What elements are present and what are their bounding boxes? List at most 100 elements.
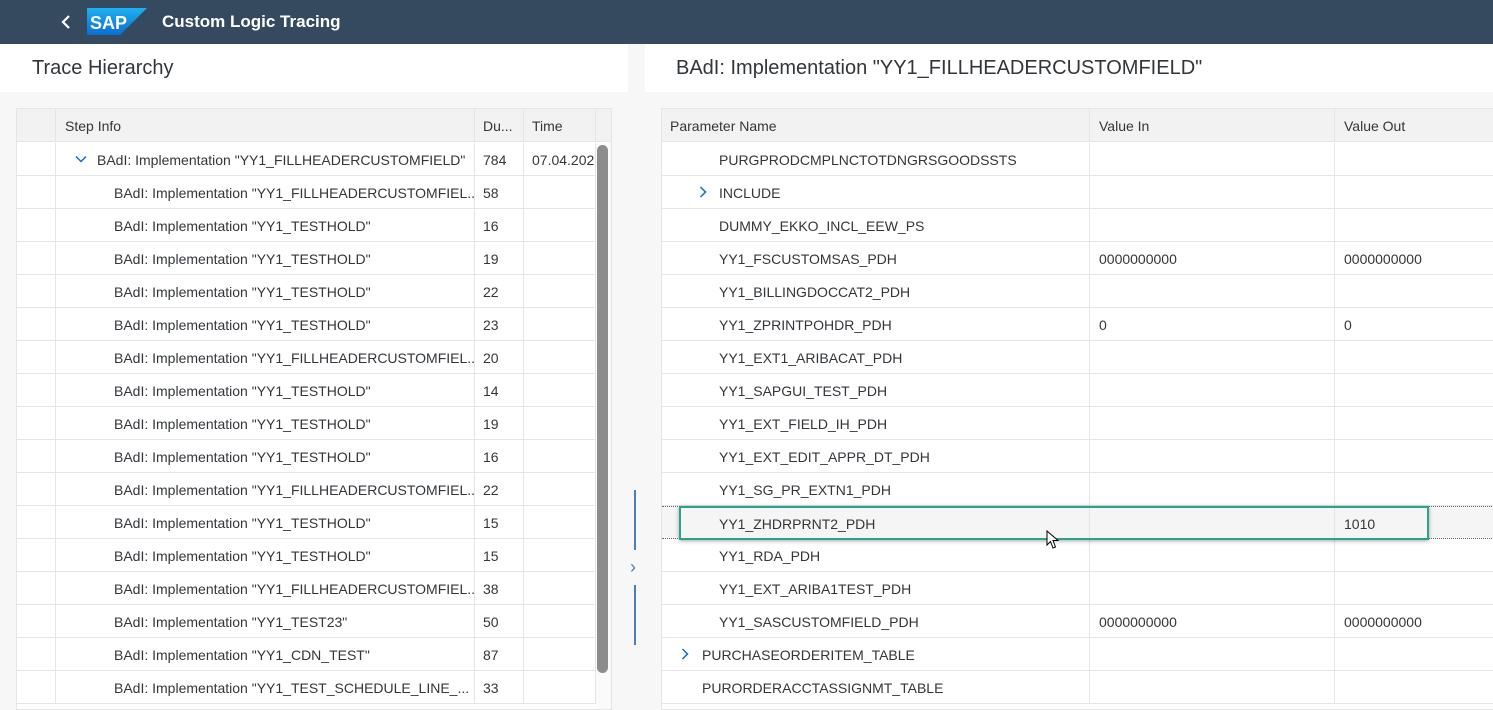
- parameter-name-text: YY1_RDA_PDH: [719, 548, 821, 564]
- column-header-parameter-name[interactable]: Parameter Name: [662, 109, 1090, 141]
- row-selector[interactable]: [17, 143, 56, 175]
- table-row[interactable]: PURGPRODCMPLNCTOTDNGRSGOODSSTS: [662, 143, 1493, 176]
- table-row[interactable]: BAdI: Implementation "YY1_TEST23" 50: [17, 605, 611, 638]
- table-row[interactable]: YY1_RDA_PDH: [662, 539, 1493, 572]
- table-row[interactable]: YY1_SG_PR_EXTN1_PDH: [662, 473, 1493, 506]
- value-out-cell: [1335, 374, 1493, 406]
- time-cell: [524, 572, 596, 604]
- column-header-duration[interactable]: Du...: [475, 109, 524, 141]
- row-selector[interactable]: [17, 341, 56, 373]
- table-row[interactable]: YY1_SASCUSTOMFIELD_PDH 0000000000 00000000…: [662, 605, 1493, 638]
- value-in-cell: 0000000000: [1090, 605, 1335, 637]
- splitter-bar-bottom[interactable]: [634, 585, 636, 645]
- splitter-bar-top[interactable]: [634, 490, 636, 550]
- selection-column-header[interactable]: [17, 109, 56, 141]
- column-header-value-out[interactable]: Value Out: [1335, 109, 1493, 141]
- row-selector[interactable]: [17, 440, 56, 472]
- step-info-cell: BAdI: Implementation "YY1_TESTHOLD": [56, 308, 475, 340]
- sap-logo[interactable]: SAP: [87, 8, 147, 35]
- duration-cell: 16: [475, 209, 524, 241]
- table-row[interactable]: BAdI: Implementation "YY1_FILLHEADERCUST…: [17, 572, 611, 605]
- parameters-table: Parameter Name Value In Value Out PURGPR…: [661, 108, 1493, 710]
- parameter-name-text: PURGPRODCMPLNCTOTDNGRSGOODSSTS: [719, 152, 1017, 168]
- table-row[interactable]: BAdI: Implementation "YY1_TESTHOLD" 22: [17, 275, 611, 308]
- table-row[interactable]: YY1_EXT_FIELD_IH_PDH: [662, 407, 1493, 440]
- step-info-text: BAdI: Implementation "YY1_CDN_TEST": [114, 647, 370, 663]
- parameter-name-cell: PURGPRODCMPLNCTOTDNGRSGOODSSTS: [662, 143, 1090, 175]
- table-row[interactable]: BAdI: Implementation "YY1_FILLHEADERCUST…: [17, 143, 611, 176]
- row-selector[interactable]: [17, 209, 56, 241]
- parameter-name-cell: YY1_EXT_ARIBA1TEST_PDH: [662, 572, 1090, 604]
- table-row[interactable]: YY1_EXT_EDIT_APPR_DT_PDH: [662, 440, 1493, 473]
- row-selector[interactable]: [17, 572, 56, 604]
- table-row[interactable]: YY1_EXT1_ARIBACAT_PDH: [662, 341, 1493, 374]
- parameter-name-cell: YY1_SG_PR_EXTN1_PDH: [662, 473, 1090, 505]
- parameter-name-text: PURCHASEORDERITEM_TABLE: [702, 647, 915, 663]
- duration-cell: 15: [475, 506, 524, 538]
- row-selector[interactable]: [17, 473, 56, 505]
- table-row[interactable]: PURORDERACCTASSIGNMT_TABLE: [662, 671, 1493, 704]
- row-selector[interactable]: [17, 605, 56, 637]
- chevron-down-icon[interactable]: [75, 153, 87, 165]
- table-row[interactable]: BAdI: Implementation "YY1_TESTHOLD" 15: [17, 506, 611, 539]
- value-out-cell: [1335, 440, 1493, 472]
- row-selector[interactable]: [17, 506, 56, 538]
- splitter-arrow-icon[interactable]: ›: [630, 557, 636, 578]
- parameter-name-text: YY1_EXT1_ARIBACAT_PDH: [719, 350, 903, 366]
- time-cell: [524, 275, 596, 307]
- table-row[interactable]: YY1_FSCUSTOMSAS_PDH 0000000000 0000000000: [662, 242, 1493, 275]
- row-selector[interactable]: [17, 176, 56, 208]
- parameter-name-cell: YY1_EXT1_ARIBACAT_PDH: [662, 341, 1090, 373]
- parameter-name-cell: YY1_RDA_PDH: [662, 539, 1090, 571]
- row-selector[interactable]: [17, 242, 56, 274]
- step-info-cell: BAdI: Implementation "YY1_TESTHOLD": [56, 506, 475, 538]
- table-row[interactable]: BAdI: Implementation "YY1_FILLHEADERCUST…: [17, 176, 611, 209]
- row-selector[interactable]: [17, 638, 56, 670]
- table-row[interactable]: YY1_ZPRINTPOHDR_PDH 0 0: [662, 308, 1493, 341]
- row-selector[interactable]: [17, 407, 56, 439]
- duration-cell: 58: [475, 176, 524, 208]
- parameter-name-text: YY1_EXT_FIELD_IH_PDH: [719, 416, 888, 432]
- value-in-cell: [1090, 638, 1335, 670]
- table-row[interactable]: DUMMY_EKKO_INCL_EEW_PS: [662, 209, 1493, 242]
- table-row[interactable]: BAdI: Implementation "YY1_TESTHOLD" 16: [17, 440, 611, 473]
- column-header-time[interactable]: Time: [524, 109, 596, 141]
- table-row[interactable]: BAdI: Implementation "YY1_TESTHOLD" 23: [17, 308, 611, 341]
- step-info-cell: BAdI: Implementation "YY1_CDN_TEST": [56, 638, 475, 670]
- table-row[interactable]: INCLUDE: [662, 176, 1493, 209]
- table-row[interactable]: BAdI: Implementation "YY1_TESTHOLD" 16: [17, 209, 611, 242]
- parameter-name-cell: YY1_EXT_FIELD_IH_PDH: [662, 407, 1090, 439]
- time-cell: [524, 374, 596, 406]
- table-row[interactable]: BAdI: Implementation "YY1_CDN_TEST" 87: [17, 638, 611, 671]
- row-selector[interactable]: [17, 539, 56, 571]
- table-row[interactable]: YY1_SAPGUI_TEST_PDH: [662, 374, 1493, 407]
- table-row[interactable]: BAdI: Implementation "YY1_FILLHEADERCUST…: [17, 473, 611, 506]
- row-selector[interactable]: [17, 374, 56, 406]
- table-row[interactable]: BAdI: Implementation "YY1_FILLHEADERCUST…: [17, 341, 611, 374]
- table-row[interactable]: PURCHASEORDERITEM_TABLE: [662, 638, 1493, 671]
- table-row[interactable]: BAdI: Implementation "YY1_TESTHOLD" 14: [17, 374, 611, 407]
- back-icon[interactable]: [58, 12, 76, 32]
- table-header-row: Step Info Du... Time: [17, 109, 611, 142]
- parameter-name-cell: PURORDERACCTASSIGNMT_TABLE: [662, 671, 1090, 703]
- value-out-cell: 1010: [1344, 516, 1376, 532]
- row-selector[interactable]: [17, 671, 56, 703]
- sap-logo-text: SAP: [90, 13, 127, 33]
- table-row[interactable]: BAdI: Implementation "YY1_TEST_SCHEDULE_…: [17, 671, 611, 704]
- column-header-value-in[interactable]: Value In: [1090, 109, 1335, 141]
- value-in-cell: [1090, 539, 1335, 571]
- column-header-step-info[interactable]: Step Info: [56, 109, 475, 141]
- row-selector[interactable]: [17, 308, 56, 340]
- vertical-scrollbar-thumb[interactable]: [597, 145, 608, 673]
- table-row[interactable]: YY1_EXT_ARIBA1TEST_PDH: [662, 572, 1493, 605]
- row-selector[interactable]: [17, 275, 56, 307]
- duration-cell: 784: [475, 143, 524, 175]
- chevron-right-icon[interactable]: [697, 186, 709, 198]
- time-cell: [524, 176, 596, 208]
- table-row[interactable]: BAdI: Implementation "YY1_TESTHOLD" 15: [17, 539, 611, 572]
- table-row-selected[interactable]: YY1_ZHDRPRNT2_PDH 1010: [662, 506, 1493, 539]
- chevron-right-icon[interactable]: [679, 648, 691, 660]
- table-row[interactable]: YY1_BILLINGDOCCAT2_PDH: [662, 275, 1493, 308]
- table-row[interactable]: BAdI: Implementation "YY1_TESTHOLD" 19: [17, 407, 611, 440]
- table-row[interactable]: BAdI: Implementation "YY1_TESTHOLD" 19: [17, 242, 611, 275]
